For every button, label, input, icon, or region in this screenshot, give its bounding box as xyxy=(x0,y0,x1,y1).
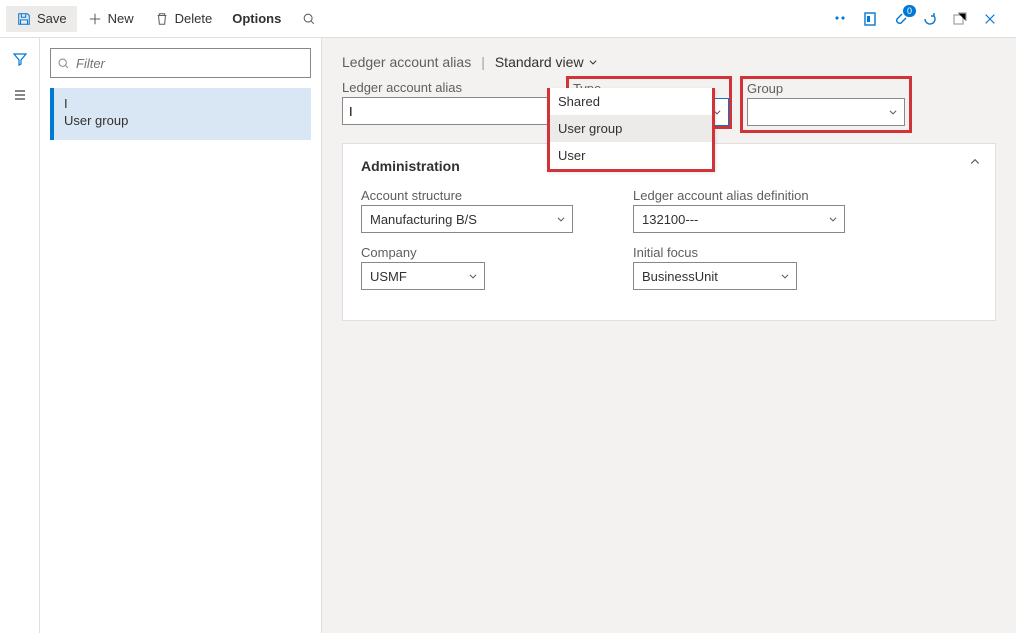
save-button[interactable]: Save xyxy=(6,6,77,32)
group-select[interactable] xyxy=(747,98,905,126)
list-item[interactable]: I User group xyxy=(50,88,311,140)
chevron-down-icon xyxy=(888,107,898,117)
save-icon xyxy=(16,11,32,27)
popout-icon[interactable] xyxy=(950,9,970,29)
type-dropdown: Shared User group User xyxy=(547,88,715,172)
chevron-down-icon xyxy=(556,214,566,224)
trash-icon xyxy=(154,11,170,27)
alias-input[interactable] xyxy=(342,97,564,125)
card-row-1: Account structure Manufacturing B/S Ledg… xyxy=(361,188,977,233)
attachments-badge: 0 xyxy=(903,5,916,17)
alias-field: Ledger account alias xyxy=(342,80,566,125)
funnel-icon[interactable] xyxy=(11,50,29,68)
toolbar: Save New Delete Options 0 xyxy=(0,0,1016,38)
account-structure-field: Account structure Manufacturing B/S xyxy=(361,188,573,233)
delete-label: Delete xyxy=(175,11,213,26)
definition-value: 132100--- xyxy=(642,212,698,227)
view-selector[interactable]: Standard view xyxy=(495,54,598,70)
link-icon[interactable] xyxy=(830,9,850,29)
collapse-icon[interactable] xyxy=(969,156,981,168)
attachments-icon[interactable]: 0 xyxy=(890,9,910,29)
chevron-down-icon xyxy=(588,57,598,67)
office-icon[interactable] xyxy=(860,9,880,29)
layout: I User group Ledger account alias | Stan… xyxy=(0,38,1016,633)
list-item-subtitle: User group xyxy=(64,113,301,128)
type-option-usergroup[interactable]: User group xyxy=(550,115,712,142)
type-option-shared[interactable]: Shared xyxy=(550,88,712,115)
company-field: Company USMF xyxy=(361,245,485,290)
account-structure-label: Account structure xyxy=(361,188,573,203)
new-button[interactable]: New xyxy=(77,6,144,32)
chevron-down-icon xyxy=(828,214,838,224)
type-option-user[interactable]: User xyxy=(550,142,712,169)
breadcrumb-title: Ledger account alias xyxy=(342,54,471,70)
refresh-icon[interactable] xyxy=(920,9,940,29)
group-field-highlighted: Group xyxy=(740,76,912,133)
icon-rail xyxy=(0,38,40,633)
options-button[interactable]: Options xyxy=(222,6,291,31)
definition-label: Ledger account alias definition xyxy=(633,188,845,203)
chevron-down-icon xyxy=(468,271,478,281)
alias-label: Ledger account alias xyxy=(342,80,566,95)
initial-focus-label: Initial focus xyxy=(633,245,797,260)
company-select[interactable]: USMF xyxy=(361,262,485,290)
initial-focus-select[interactable]: BusinessUnit xyxy=(633,262,797,290)
toolbar-right: 0 xyxy=(830,9,1010,29)
side-panel: I User group xyxy=(40,38,322,633)
initial-focus-value: BusinessUnit xyxy=(642,269,718,284)
search-icon xyxy=(57,57,70,70)
breadcrumb: Ledger account alias | Standard view xyxy=(342,54,996,70)
save-label: Save xyxy=(37,11,67,26)
plus-icon xyxy=(87,11,103,27)
toolbar-search-button[interactable] xyxy=(291,6,327,32)
main-area: Ledger account alias | Standard view Led… xyxy=(322,38,1016,633)
breadcrumb-sep: | xyxy=(481,54,485,70)
chevron-down-icon xyxy=(780,271,790,281)
options-label: Options xyxy=(232,11,281,26)
list-item-title: I xyxy=(64,96,301,111)
search-icon xyxy=(301,11,317,27)
definition-field: Ledger account alias definition 132100--… xyxy=(633,188,845,233)
close-icon[interactable] xyxy=(980,9,1000,29)
card-row-2: Company USMF Initial focus BusinessUnit xyxy=(361,245,977,290)
view-label: Standard view xyxy=(495,54,584,70)
new-label: New xyxy=(108,11,134,26)
list-icon[interactable] xyxy=(11,86,29,104)
definition-select[interactable]: 132100--- xyxy=(633,205,845,233)
filter-input[interactable] xyxy=(76,56,304,71)
company-value: USMF xyxy=(370,269,407,284)
filter-input-wrap[interactable] xyxy=(50,48,311,78)
initial-focus-field: Initial focus BusinessUnit xyxy=(633,245,797,290)
delete-button[interactable]: Delete xyxy=(144,6,223,32)
account-structure-value: Manufacturing B/S xyxy=(370,212,477,227)
company-label: Company xyxy=(361,245,485,260)
account-structure-select[interactable]: Manufacturing B/S xyxy=(361,205,573,233)
group-label: Group xyxy=(747,81,905,96)
